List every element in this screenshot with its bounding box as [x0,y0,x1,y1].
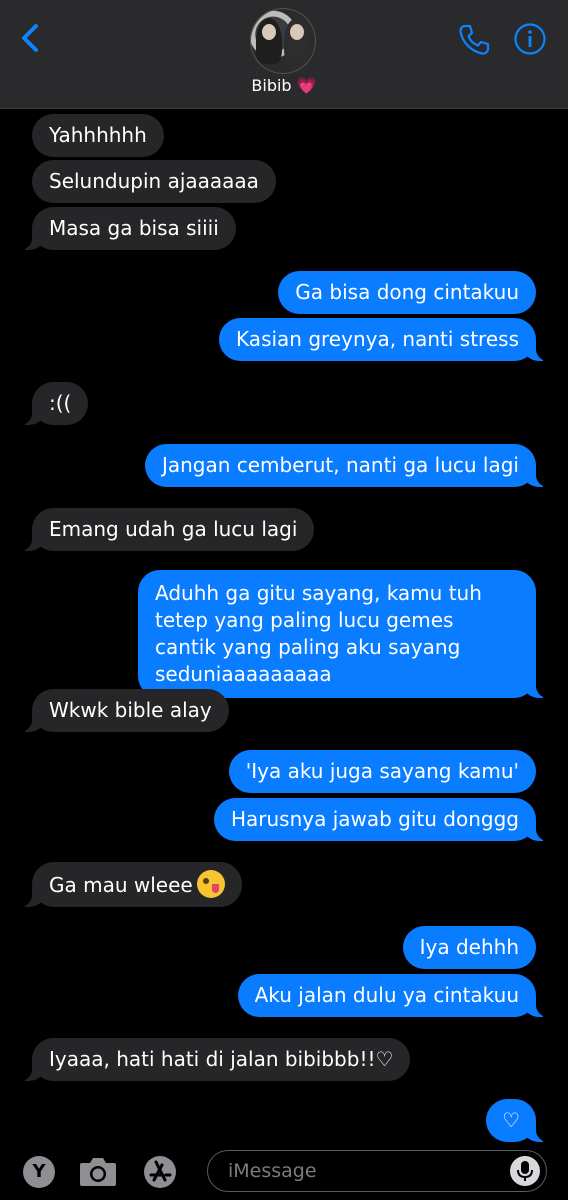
message-received[interactable]: Selundupin ajaaaaaa [32,160,276,203]
message-received[interactable]: Iyaaa, hati hati di jalan bibibbb!!♡ [5,1038,411,1081]
message-sent[interactable]: Kasian greynya, nanti stress [219,318,562,361]
y-app-icon[interactable]: Y [23,1156,55,1188]
contact-name[interactable]: Bibib 💗 [0,76,568,95]
imessage-input[interactable]: iMessage [207,1150,547,1192]
message-sent[interactable]: Aku jalan dulu ya cintakuu [237,974,563,1017]
app-store-icon[interactable] [142,1154,178,1190]
camera-icon[interactable] [78,1154,118,1188]
message-sent[interactable]: Iya dehhh [402,926,536,969]
pink-heart-emoji: 💗 [296,76,317,95]
contact-avatar[interactable] [250,8,316,74]
message-sent[interactable]: ♡ [486,1099,562,1142]
message-sent[interactable]: Jangan cemberut, nanti ga lucu lagi [144,444,563,487]
message-sent[interactable]: Aduhh ga gitu sayang, kamu tuh tetep yan… [138,570,562,698]
message-sent[interactable]: 'Iya aku juga sayang kamu' [228,750,536,793]
grinning-face-with-tongue-emoji [196,870,225,898]
message-sent[interactable]: Ga bisa dong cintakuu [278,271,536,314]
message-received[interactable]: :(( [5,382,89,425]
message-received[interactable]: Emang udah ga lucu lagi [5,508,315,551]
info-icon[interactable] [513,22,547,56]
message-received[interactable]: Masa ga bisa siiii [6,207,236,250]
message-received[interactable]: Wkwk bible alay [6,689,229,732]
message-received[interactable]: Ga mau wleee [6,862,242,907]
phone-icon[interactable] [456,22,492,58]
back-chevron-icon[interactable] [18,22,46,54]
microphone-icon[interactable] [510,1156,540,1186]
message-sent[interactable]: Harusnya jawab gitu donggg [213,798,563,841]
conversation-header: Bibib 💗 [0,0,568,109]
message-received[interactable]: Yahhhhhh [32,114,164,157]
